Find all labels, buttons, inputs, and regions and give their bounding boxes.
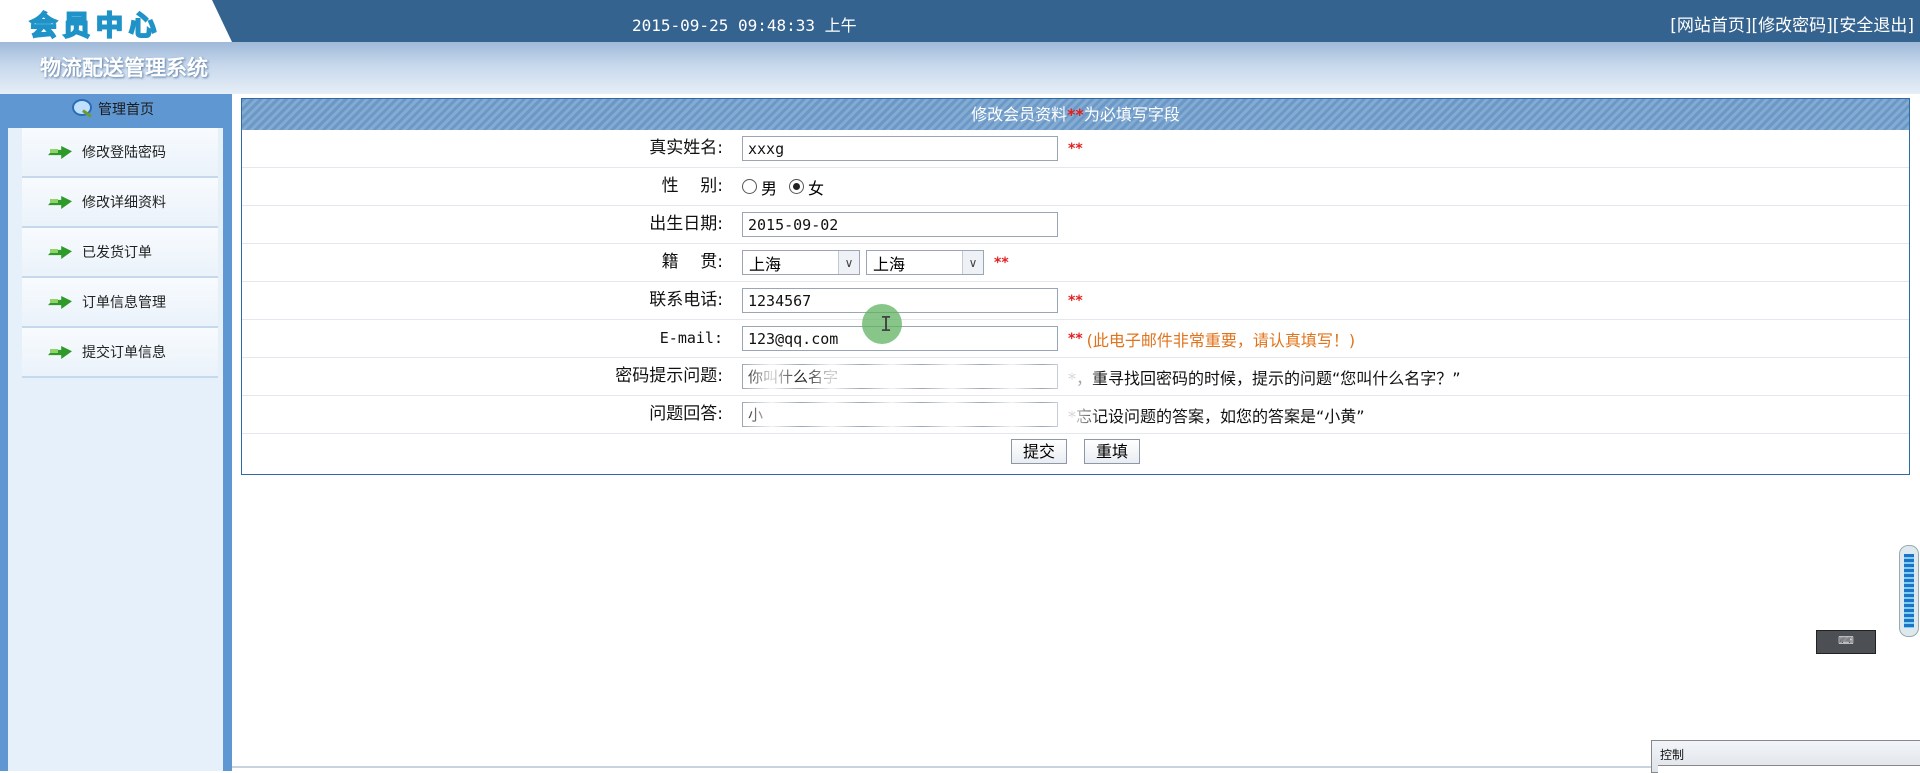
gender-male-label: 男 bbox=[761, 178, 778, 198]
green-arrow-icon bbox=[48, 293, 72, 311]
sidebar-home[interactable]: 管理首页 bbox=[70, 98, 154, 120]
main-content: 修改会员资料**为必填写字段 真实姓名: ** 性 别: 男 女 出生日期: 籍… bbox=[232, 94, 1920, 771]
computer-icon bbox=[70, 98, 92, 120]
sidebar-item-label: 提交订单信息 bbox=[82, 345, 166, 361]
native-place-label: 籍 贯: bbox=[661, 252, 723, 272]
required-mark: ** bbox=[1068, 330, 1083, 347]
keyboard-icon[interactable]: ⌨ bbox=[1816, 630, 1876, 654]
green-arrow-icon bbox=[48, 243, 72, 261]
logo-text: 会员中心 bbox=[29, 10, 162, 42]
form-required-mark: ** bbox=[1067, 105, 1084, 124]
gender-female-label: 女 bbox=[808, 178, 825, 198]
radio-dot bbox=[742, 179, 757, 194]
top-bar: 会员中心 2015-09-25 09:48:33 上午 [网站首页][修改密码]… bbox=[0, 0, 1920, 42]
sidebar-item-label: 订单信息管理 bbox=[82, 295, 166, 311]
required-mark: ** bbox=[1068, 140, 1083, 157]
real-name-label: 真实姓名: bbox=[649, 138, 723, 158]
link-site-home[interactable]: [网站首页] bbox=[1670, 16, 1751, 36]
link-safe-logout[interactable]: [安全退出] bbox=[1833, 16, 1914, 36]
link-change-password[interactable]: [修改密码] bbox=[1751, 16, 1832, 36]
radio-dot-selected bbox=[789, 179, 805, 194]
row-gender: 性 别: 男 女 bbox=[242, 168, 1909, 206]
member-profile-form: 修改会员资料**为必填写字段 真实姓名: ** 性 别: 男 女 出生日期: 籍… bbox=[241, 98, 1910, 475]
phone-label: 联系电话: bbox=[649, 290, 723, 310]
password-question-input[interactable] bbox=[742, 364, 1058, 389]
green-arrow-icon bbox=[48, 143, 72, 161]
row-real-name: 真实姓名: ** bbox=[242, 130, 1909, 168]
city-value: 上海 bbox=[873, 254, 906, 274]
control-panel-label: 控制 bbox=[1660, 748, 1685, 762]
province-select[interactable]: 上海 ∨ bbox=[742, 250, 860, 275]
sidebar-item-label: 修改登陆密码 bbox=[82, 145, 166, 161]
password-question-label: 密码提示问题: bbox=[615, 366, 723, 386]
logo-area: 会员中心 bbox=[0, 0, 232, 42]
sidebar-panel: 管理首页 修改登陆密码 修改详细资料 已发货订单 订单信息管理 提交订单信息 bbox=[8, 94, 223, 771]
control-panel[interactable]: 控制 bbox=[1651, 740, 1920, 773]
green-arrow-icon bbox=[48, 193, 72, 211]
email-label: E-mail: bbox=[659, 329, 723, 347]
form-header: 修改会员资料**为必填写字段 bbox=[242, 99, 1909, 130]
birth-date-input[interactable] bbox=[742, 212, 1058, 237]
gender-label: 性 别: bbox=[661, 176, 723, 196]
sidebar-item-change-login-password[interactable]: 修改登陆密码 bbox=[22, 128, 218, 178]
sidebar-item-shipped-orders[interactable]: 已发货订单 bbox=[22, 228, 218, 278]
chevron-down-icon: ∨ bbox=[962, 251, 983, 274]
title-band: 物流配送管理系统 bbox=[0, 42, 1920, 94]
row-native-place: 籍 贯: 上海 ∨ 上海 ∨ ** bbox=[242, 244, 1909, 282]
required-mark: ** bbox=[994, 254, 1009, 271]
row-email: E-mail: ** (此电子邮件非常重要，请认真填写！) bbox=[242, 320, 1909, 358]
sidebar-nav: 修改登陆密码 修改详细资料 已发货订单 订单信息管理 提交订单信息 bbox=[22, 128, 218, 378]
phone-input[interactable] bbox=[742, 288, 1058, 313]
top-links: [网站首页][修改密码][安全退出] bbox=[1670, 11, 1914, 36]
sidebar: 管理首页 修改登陆密码 修改详细资料 已发货订单 订单信息管理 提交订单信息 bbox=[0, 94, 232, 771]
control-panel-body bbox=[1658, 765, 1920, 773]
sidebar-item-label: 修改详细资料 bbox=[82, 195, 166, 211]
row-password-question: 密码提示问题: *，重寻找回密码的时候，提示的问题“您叫什么名字？” bbox=[242, 358, 1909, 396]
bottom-divider bbox=[232, 766, 1651, 768]
question-answer-label: 问题回答: bbox=[649, 404, 723, 424]
gender-radio-female[interactable]: 女 bbox=[789, 175, 824, 199]
real-name-input[interactable] bbox=[742, 136, 1058, 161]
gender-radio-male[interactable]: 男 bbox=[742, 175, 777, 199]
row-phone: 联系电话: ** bbox=[242, 282, 1909, 320]
sidebar-item-label: 已发货订单 bbox=[82, 245, 152, 261]
sidebar-item-submit-order[interactable]: 提交订单信息 bbox=[22, 328, 218, 378]
volume-level-bar bbox=[1904, 554, 1914, 628]
sidebar-item-order-management[interactable]: 订单信息管理 bbox=[22, 278, 218, 328]
question-answer-hint: *忘记设问题的答案，如您的答案是“小黄” bbox=[1068, 406, 1365, 426]
sidebar-header: 管理首页 bbox=[8, 94, 223, 128]
email-hint: (此电子邮件非常重要，请认真填写！) bbox=[1086, 330, 1356, 350]
city-select[interactable]: 上海 ∨ bbox=[866, 250, 984, 275]
row-question-answer: 问题回答: *忘记设问题的答案，如您的答案是“小黄” bbox=[242, 396, 1909, 434]
sidebar-home-label: 管理首页 bbox=[98, 102, 154, 118]
row-buttons: 提交 重填 bbox=[242, 434, 1909, 471]
submit-button[interactable]: 提交 bbox=[1010, 439, 1067, 464]
datetime-display: 2015-09-25 09:48:33 上午 bbox=[632, 16, 857, 35]
row-birth-date: 出生日期: bbox=[242, 206, 1909, 244]
form-required-note: 为必填写字段 bbox=[1083, 105, 1180, 124]
question-answer-input[interactable] bbox=[742, 402, 1058, 427]
green-arrow-icon bbox=[48, 343, 72, 361]
form-title: 修改会员资料 bbox=[971, 105, 1068, 124]
chevron-down-icon: ∨ bbox=[838, 251, 859, 274]
province-value: 上海 bbox=[749, 254, 782, 274]
sidebar-item-edit-details[interactable]: 修改详细资料 bbox=[22, 178, 218, 228]
reset-button[interactable]: 重填 bbox=[1084, 439, 1141, 464]
birth-date-label: 出生日期: bbox=[649, 214, 723, 234]
password-question-hint: *，重寻找回密码的时候，提示的问题“您叫什么名字？” bbox=[1068, 368, 1461, 388]
text-cursor-icon: I bbox=[880, 312, 893, 336]
required-mark: ** bbox=[1068, 292, 1083, 309]
volume-meter-widget[interactable] bbox=[1899, 545, 1919, 637]
system-title: 物流配送管理系统 bbox=[40, 55, 208, 80]
